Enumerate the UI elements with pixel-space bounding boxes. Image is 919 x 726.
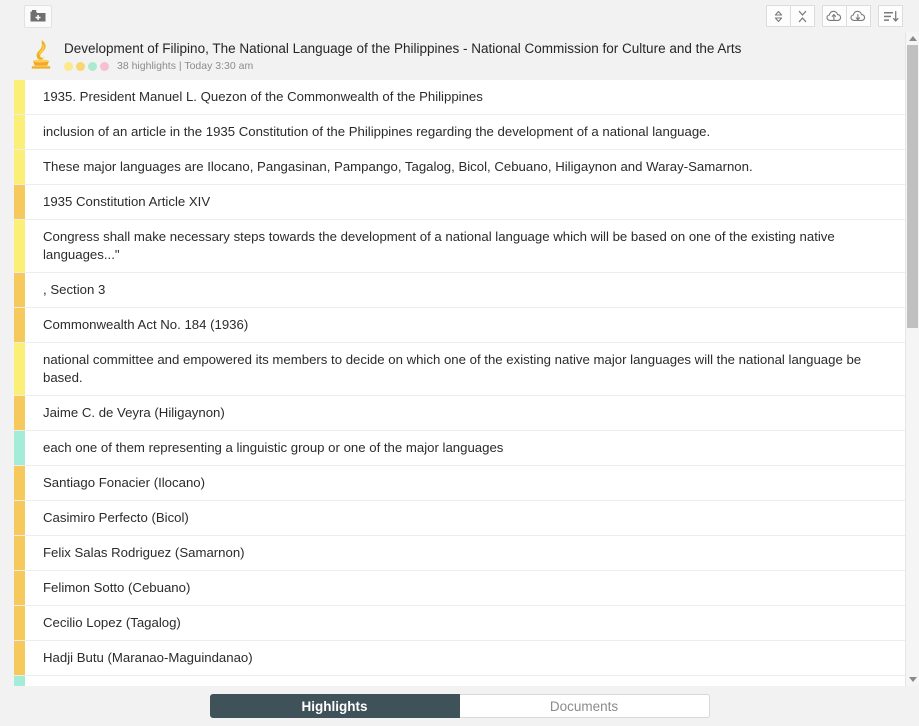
- highlight-row[interactable]: Santiago Fonacier (Ilocano): [14, 466, 905, 501]
- highlight-row[interactable]: Hadji Butu (Maranao-Maguindanao): [14, 641, 905, 676]
- tab-documents[interactable]: Documents: [459, 694, 710, 718]
- expand-all-button[interactable]: [766, 5, 791, 27]
- highlight-row[interactable]: Mr. Jaime de Veyra was the chairman of t…: [14, 676, 905, 686]
- sort-descending-icon: [883, 10, 898, 22]
- highlight-color-bar: [14, 641, 25, 675]
- highlight-color-bar: [14, 571, 25, 605]
- highlight-row[interactable]: 1935. President Manuel L. Quezon of the …: [14, 80, 905, 115]
- highlight-text: Felimon Sotto (Cebuano): [43, 580, 191, 595]
- highlight-text: 1935 Constitution Article XIV: [43, 194, 211, 209]
- top-toolbar: [0, 0, 919, 32]
- highlight-color-bar: [14, 536, 25, 570]
- highlight-row[interactable]: , Section 3: [14, 273, 905, 308]
- highlight-color-bar: [14, 80, 25, 114]
- highlight-manager-window: Development of Filipino, The National La…: [0, 0, 919, 726]
- highlight-row[interactable]: national committee and empowered its mem…: [14, 343, 905, 396]
- highlight-color-bar: [14, 466, 25, 500]
- highlight-text: each one of them representing a linguist…: [43, 440, 504, 455]
- triangle-down-icon: [908, 677, 917, 682]
- highlight-color-bar: [14, 115, 25, 149]
- highlight-rows: 1935. President Manuel L. Quezon of the …: [14, 80, 905, 686]
- document-meta-text: 38 highlights | Today 3:30 am: [117, 60, 254, 72]
- highlight-text: Hadji Butu (Maranao-Maguindanao): [43, 650, 253, 665]
- list-gutter: [0, 80, 14, 686]
- cloud-upload-icon: [826, 10, 842, 21]
- document-meta: Development of Filipino, The National La…: [64, 38, 741, 72]
- highlight-color-bar: [14, 676, 25, 686]
- expand-all-icon: [774, 10, 783, 22]
- color-dot-yellow-light[interactable]: [64, 62, 73, 71]
- document-subtitle-row: 38 highlights | Today 3:30 am: [64, 61, 741, 72]
- document-header: Development of Filipino, The National La…: [0, 32, 905, 80]
- tab-highlights[interactable]: Highlights: [209, 694, 460, 718]
- highlight-text: Jaime C. de Veyra (Hiligaynon): [43, 405, 225, 420]
- color-dot-pink[interactable]: [100, 62, 109, 71]
- color-dot-yellow-dark[interactable]: [76, 62, 85, 71]
- color-dot-teal[interactable]: [88, 62, 97, 71]
- highlight-color-bar: [14, 606, 25, 640]
- cloud-download-icon: [850, 10, 866, 21]
- cloud-download-button[interactable]: [846, 5, 871, 27]
- sort-group: [878, 5, 903, 27]
- highlight-color-bar: [14, 343, 25, 395]
- highlight-text: inclusion of an article in the 1935 Cons…: [43, 124, 711, 139]
- highlight-row[interactable]: each one of them representing a linguist…: [14, 431, 905, 466]
- toolbar-left-group: [24, 4, 52, 28]
- collapse-all-icon: [798, 10, 807, 22]
- highlight-row[interactable]: Commonwealth Act No. 184 (1936): [14, 308, 905, 343]
- sort-button[interactable]: [878, 5, 903, 27]
- add-folder-button[interactable]: [24, 4, 52, 28]
- sync-group: [822, 5, 871, 27]
- highlight-row[interactable]: Congress shall make necessary steps towa…: [14, 220, 905, 273]
- collapse-all-button[interactable]: [790, 5, 815, 27]
- highlight-text: These major languages are Ilocano, Panga…: [43, 159, 753, 174]
- highlight-row[interactable]: Felix Salas Rodriguez (Samarnon): [14, 536, 905, 571]
- highlight-text: Congress shall make necessary steps towa…: [43, 229, 835, 262]
- site-favicon: [26, 38, 56, 72]
- highlight-color-bar: [14, 185, 25, 219]
- highlight-text: Santiago Fonacier (Ilocano): [43, 475, 206, 490]
- highlight-text: Cecilio Lopez (Tagalog): [43, 615, 181, 630]
- highlight-color-bar: [14, 431, 25, 465]
- highlights-list: 1935. President Manuel L. Quezon of the …: [0, 80, 905, 686]
- vertical-scrollbar[interactable]: [905, 32, 919, 686]
- scroll-down-button[interactable]: [906, 673, 919, 686]
- flame-lamp-logo-icon: [31, 40, 51, 69]
- highlight-color-bar: [14, 501, 25, 535]
- highlight-row[interactable]: inclusion of an article in the 1935 Cons…: [14, 115, 905, 150]
- scrollbar-thumb[interactable]: [907, 45, 918, 328]
- highlight-text: Felix Salas Rodriguez (Samarnon): [43, 545, 245, 560]
- triangle-up-icon: [908, 36, 917, 41]
- cloud-upload-button[interactable]: [822, 5, 847, 27]
- scroll-up-button[interactable]: [906, 32, 919, 45]
- highlight-text: national committee and empowered its mem…: [43, 352, 862, 385]
- document-title[interactable]: Development of Filipino, The National La…: [64, 41, 741, 57]
- highlight-text: 1935. President Manuel L. Quezon of the …: [43, 89, 483, 104]
- bottom-tab-bar: Highlights Documents: [0, 686, 919, 726]
- highlight-row[interactable]: Felimon Sotto (Cebuano): [14, 571, 905, 606]
- highlight-color-bar: [14, 273, 25, 307]
- highlight-row[interactable]: These major languages are Ilocano, Panga…: [14, 150, 905, 185]
- highlight-row[interactable]: Casimiro Perfecto (Bicol): [14, 501, 905, 536]
- highlight-row[interactable]: Cecilio Lopez (Tagalog): [14, 606, 905, 641]
- highlight-text: Mr. Jaime de Veyra was the chairman of t…: [25, 676, 905, 686]
- expand-collapse-group: [766, 5, 815, 27]
- highlight-row[interactable]: 1935 Constitution Article XIV: [14, 185, 905, 220]
- highlight-color-bar: [14, 220, 25, 272]
- toolbar-right-group: [759, 5, 903, 27]
- highlight-color-bar: [14, 308, 25, 342]
- highlight-text: , Section 3: [43, 282, 106, 297]
- folder-plus-icon: [30, 10, 46, 22]
- highlight-color-bar: [14, 150, 25, 184]
- highlight-text: Casimiro Perfecto (Bicol): [43, 510, 189, 525]
- highlight-row[interactable]: Jaime C. de Veyra (Hiligaynon): [14, 396, 905, 431]
- highlight-text: Commonwealth Act No. 184 (1936): [43, 317, 249, 332]
- highlight-color-bar: [14, 396, 25, 430]
